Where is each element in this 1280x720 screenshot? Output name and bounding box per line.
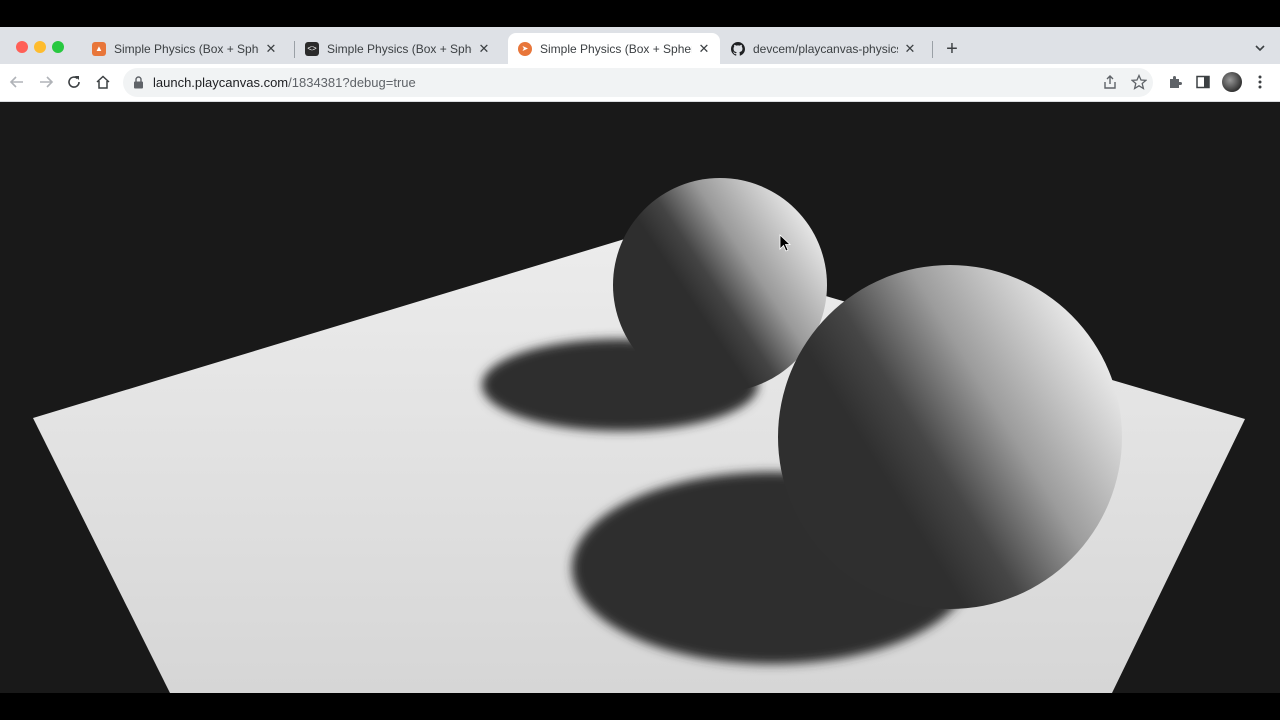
url-path: /1834381?debug=true bbox=[288, 75, 416, 90]
back-icon[interactable] bbox=[8, 73, 26, 91]
forward-icon[interactable] bbox=[37, 73, 55, 91]
close-tab-icon[interactable]: ✕ bbox=[263, 41, 279, 57]
close-tab-icon[interactable]: ✕ bbox=[902, 41, 918, 57]
letterbox-bottom bbox=[0, 693, 1280, 720]
code-editor-icon: <> bbox=[305, 41, 319, 56]
large-sphere[interactable] bbox=[778, 265, 1122, 609]
playcanvas-canvas[interactable] bbox=[0, 102, 1280, 693]
close-window-button[interactable] bbox=[16, 41, 28, 53]
tab-title: devcem/playcanvas-physics: S bbox=[753, 41, 898, 56]
toolbar: launch.playcanvas.com/1834381?debug=true bbox=[0, 64, 1280, 102]
browser-chrome: ▲ Simple Physics (Box + Sphere) ✕ <> Sim… bbox=[0, 27, 1280, 102]
tab-3-active[interactable]: ➤ Simple Physics (Box + Sphere) ✕ bbox=[508, 33, 720, 64]
github-icon bbox=[731, 41, 745, 56]
playcanvas-launch-icon: ➤ bbox=[518, 41, 532, 56]
profile-avatar[interactable] bbox=[1222, 72, 1242, 92]
playcanvas-editor-icon: ▲ bbox=[92, 41, 106, 56]
close-tab-icon[interactable]: ✕ bbox=[476, 41, 492, 57]
3d-scene[interactable] bbox=[0, 102, 1280, 693]
tab-search-icon[interactable] bbox=[1252, 40, 1268, 56]
tab-2[interactable]: <> Simple Physics (Box + Sphere) ✕ bbox=[295, 33, 500, 64]
address-bar[interactable]: launch.playcanvas.com/1834381?debug=true bbox=[123, 68, 1153, 97]
tab-4[interactable]: devcem/playcanvas-physics: S ✕ bbox=[721, 33, 926, 64]
lock-icon[interactable] bbox=[133, 76, 144, 94]
fullscreen-window-button[interactable] bbox=[52, 41, 64, 53]
small-sphere[interactable] bbox=[613, 178, 827, 392]
url-text: launch.playcanvas.com/1834381?debug=true bbox=[153, 75, 416, 90]
url-host: launch.playcanvas.com bbox=[153, 75, 289, 90]
new-tab-button[interactable]: + bbox=[942, 39, 962, 59]
more-menu-icon[interactable] bbox=[1251, 73, 1269, 91]
share-icon[interactable] bbox=[1101, 73, 1119, 91]
tab-strip: ▲ Simple Physics (Box + Sphere) ✕ <> Sim… bbox=[0, 27, 1280, 64]
tab-separator bbox=[932, 41, 933, 58]
extensions-icon[interactable] bbox=[1166, 73, 1184, 91]
tab-1[interactable]: ▲ Simple Physics (Box + Sphere) ✕ bbox=[82, 33, 287, 64]
tab-title: Simple Physics (Box + Sphere) bbox=[114, 41, 259, 56]
reload-icon[interactable] bbox=[65, 73, 83, 91]
tab-title: Simple Physics (Box + Sphere) bbox=[327, 41, 472, 56]
tab-title: Simple Physics (Box + Sphere) bbox=[540, 41, 692, 56]
bookmark-star-icon[interactable] bbox=[1130, 73, 1148, 91]
side-panel-icon[interactable] bbox=[1194, 73, 1212, 91]
minimize-window-button[interactable] bbox=[34, 41, 46, 53]
close-tab-icon[interactable]: ✕ bbox=[696, 41, 712, 57]
home-icon[interactable] bbox=[94, 73, 112, 91]
